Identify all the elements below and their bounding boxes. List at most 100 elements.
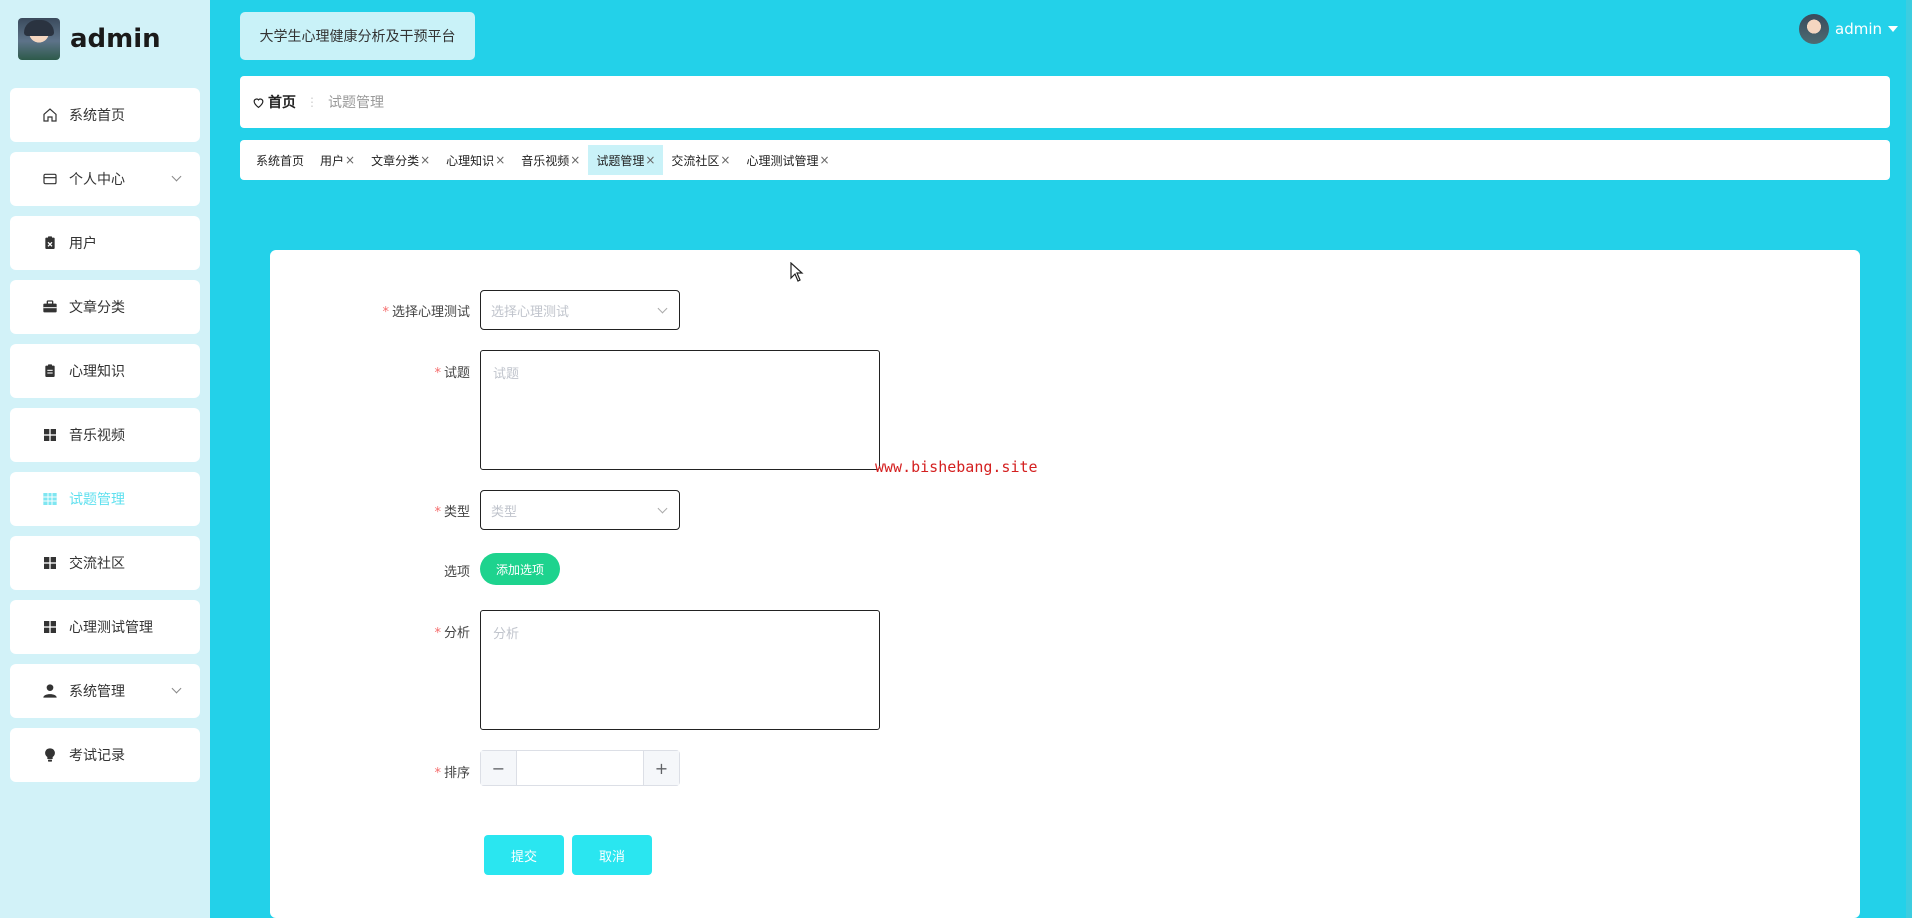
question-label: * 试题 [270, 362, 470, 381]
tab-item[interactable]: 心理测试管理 × [738, 145, 837, 175]
clipboard-icon [40, 361, 60, 381]
sidebar-item[interactable]: 系统首页 [10, 88, 200, 142]
test-select-placeholder: 选择心理测试 [491, 304, 570, 320]
tabs-bar: 系统首页 用户 × 文章分类 × 心理知识 × 音乐视频 × 试题管理 × 交流社区 × 心理测试管理 × [240, 140, 1890, 180]
heart-icon [253, 97, 264, 108]
test-select[interactable]: 选择心理测试 [480, 290, 680, 330]
brand-name: admin [70, 24, 161, 54]
sidebar-item[interactable]: 心理知识 [10, 344, 200, 398]
breadcrumb-current: 试题管理 [328, 95, 384, 111]
brand-avatar [18, 18, 60, 60]
platform-title: 大学生心理健康分析及干预平台 [240, 12, 475, 60]
sidebar-item[interactable]: 用户 [10, 216, 200, 270]
grid-icon [40, 425, 60, 445]
close-icon[interactable]: × [645, 153, 655, 167]
question-textarea[interactable]: 试题 [480, 350, 880, 470]
sidebar-item[interactable]: 考试记录 [10, 728, 200, 782]
sidebar-item[interactable]: 个人中心 [10, 152, 200, 206]
tab-label: 文章分类 [371, 153, 420, 168]
card-icon [40, 169, 60, 189]
close-icon[interactable]: × [345, 153, 355, 167]
add-option-button[interactable]: 添加选项 [480, 553, 560, 585]
type-label: * 类型 [270, 501, 470, 520]
tab-label: 试题管理 [596, 153, 645, 168]
tab-item[interactable]: 试题管理 × [588, 145, 664, 175]
chevron-down-icon [657, 503, 668, 514]
chevron-down-icon [657, 303, 668, 314]
watermark: www.bishebang.site [875, 458, 1038, 476]
options-label-text: 选项 [443, 565, 470, 580]
question-placeholder: 试题 [493, 367, 520, 382]
sidebar: admin 系统首页个人中心用户文章分类心理知识音乐视频试题管理交流社区心理测试… [0, 0, 210, 918]
type-select-placeholder: 类型 [491, 504, 518, 520]
sidebar-item-label: 心理知识 [69, 364, 125, 380]
sidebar-item-label: 音乐视频 [69, 428, 125, 444]
tab-item[interactable]: 音乐视频 × [513, 145, 588, 175]
user-icon [40, 681, 60, 701]
breadcrumb: 首页 ⋮ 试题管理 [240, 76, 1890, 128]
sidebar-item[interactable]: 音乐视频 [10, 408, 200, 462]
tab-item[interactable]: 文章分类 × [363, 145, 438, 175]
chevron-down-icon [171, 683, 182, 694]
tab-label: 系统首页 [256, 153, 305, 168]
order-stepper[interactable]: − + [480, 750, 680, 786]
scrollbar[interactable] [1906, 0, 1912, 918]
breadcrumb-home[interactable]: 首页 [252, 92, 296, 112]
analysis-textarea[interactable]: 分析 [480, 610, 880, 730]
form-card: * 选择心理测试 选择心理测试 * 试题 试题 * 类型 类型 选项 添加选项 * 分析… [270, 250, 1860, 918]
user-menu[interactable]: admin [1799, 14, 1898, 44]
close-icon[interactable]: × [570, 153, 580, 167]
sidebar-item[interactable]: 试题管理 [10, 472, 200, 526]
submit-button[interactable]: 提交 [484, 835, 564, 875]
close-icon[interactable]: × [495, 153, 505, 167]
mouse-cursor-icon [790, 262, 804, 282]
sidebar-item[interactable]: 系统管理 [10, 664, 200, 718]
increment-button[interactable]: + [643, 751, 679, 785]
sidebar-item[interactable]: 交流社区 [10, 536, 200, 590]
type-label-text: 类型 [443, 505, 470, 520]
sidebar-menu: 系统首页个人中心用户文章分类心理知识音乐视频试题管理交流社区心理测试管理系统管理… [10, 88, 200, 792]
breadcrumb-home-label: 首页 [268, 95, 296, 111]
tab-item[interactable]: 交流社区 × [663, 145, 738, 175]
test-label-text: 选择心理测试 [391, 305, 470, 320]
decrement-button[interactable]: − [481, 751, 517, 785]
chevron-down-icon [171, 171, 182, 182]
tab-item[interactable]: 用户 × [312, 145, 363, 175]
type-select[interactable]: 类型 [480, 490, 680, 530]
tab-label: 用户 [320, 153, 345, 168]
close-icon[interactable]: × [720, 153, 730, 167]
required-mark: * [434, 505, 441, 520]
tab-label: 音乐视频 [521, 153, 570, 168]
sidebar-item-label: 考试记录 [69, 748, 125, 764]
order-label-text: 排序 [443, 766, 470, 781]
close-icon[interactable]: × [420, 153, 430, 167]
grid-icon [40, 553, 60, 573]
clipboard-x-icon [40, 233, 60, 253]
close-icon[interactable]: × [820, 153, 830, 167]
table-icon [40, 489, 60, 509]
grid-icon [40, 617, 60, 637]
required-mark: * [382, 305, 389, 320]
sidebar-item-label: 系统首页 [69, 108, 125, 124]
tab-label: 心理知识 [446, 153, 495, 168]
sidebar-item-label: 文章分类 [69, 300, 125, 316]
bulb-icon [40, 745, 60, 765]
test-label: * 选择心理测试 [270, 301, 470, 320]
analysis-label: * 分析 [270, 622, 470, 641]
sidebar-item[interactable]: 文章分类 [10, 280, 200, 334]
analysis-placeholder: 分析 [493, 627, 520, 642]
required-mark: * [434, 366, 441, 381]
username[interactable]: admin [1835, 20, 1882, 38]
tab-item[interactable]: 系统首页 [248, 145, 312, 175]
user-avatar[interactable] [1799, 14, 1829, 44]
cancel-button[interactable]: 取消 [572, 835, 652, 875]
order-input[interactable] [517, 751, 643, 785]
sidebar-item[interactable]: 心理测试管理 [10, 600, 200, 654]
caret-down-icon[interactable] [1888, 26, 1898, 32]
briefcase-icon [40, 297, 60, 317]
order-label: * 排序 [270, 762, 470, 781]
tab-label: 心理测试管理 [746, 153, 819, 168]
brand: admin [18, 18, 161, 60]
sidebar-item-label: 心理测试管理 [69, 620, 153, 636]
tab-item[interactable]: 心理知识 × [438, 145, 513, 175]
